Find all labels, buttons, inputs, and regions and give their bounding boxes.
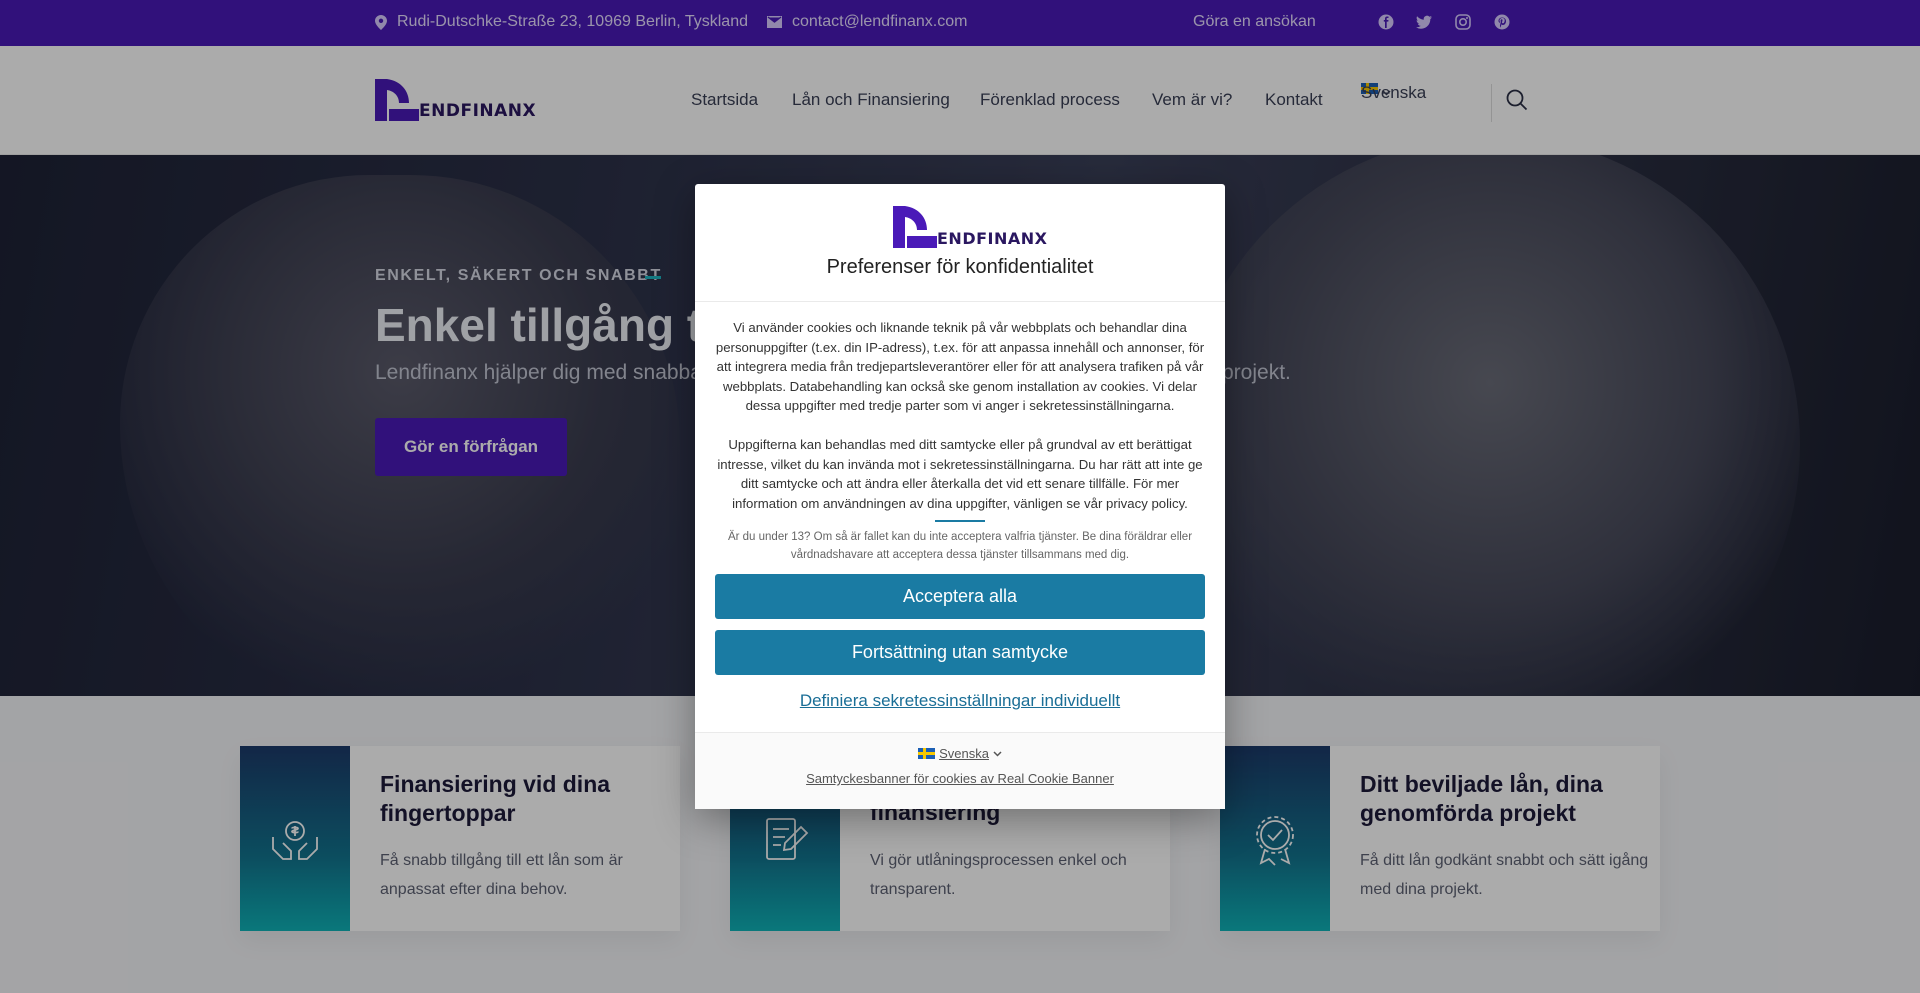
customize-privacy-link[interactable]: Definiera sekretessinställningar individ… (695, 691, 1225, 711)
consent-paragraph-1: Vi använder cookies och liknande teknik … (715, 320, 1205, 414)
logo-mark-icon (893, 206, 937, 248)
consent-title: Preferenser för konfidentialitet (826, 256, 1094, 278)
consent-logo: ENDFINANX (893, 206, 1047, 248)
consent-paragraph-2: Uppgifterna kan behandlas med ditt samty… (717, 437, 1203, 511)
powered-by-link[interactable]: Samtyckesbanner för cookies av Real Cook… (695, 771, 1225, 786)
consent-separator (935, 520, 985, 522)
continue-without-consent-button[interactable]: Fortsättning utan samtycke (715, 630, 1205, 675)
sweden-flag-icon (918, 748, 936, 759)
chevron-down-icon (993, 750, 1002, 757)
cookie-consent-dialog: ENDFINANX Preferenser för konfidentialit… (695, 184, 1225, 809)
consent-header: ENDFINANX Preferenser för konfidentialit… (695, 184, 1225, 302)
consent-logo-text: ENDFINANX (937, 229, 1048, 248)
consent-language-selector[interactable]: Svenska (695, 746, 1225, 761)
age-notice: Är du under 13? Om så är fallet kan du i… (727, 531, 1193, 561)
consent-footer: Svenska Samtyckesbanner för cookies av R… (695, 732, 1225, 809)
consent-language-label: Svenska (939, 746, 989, 761)
accept-all-button[interactable]: Acceptera alla (715, 574, 1205, 619)
